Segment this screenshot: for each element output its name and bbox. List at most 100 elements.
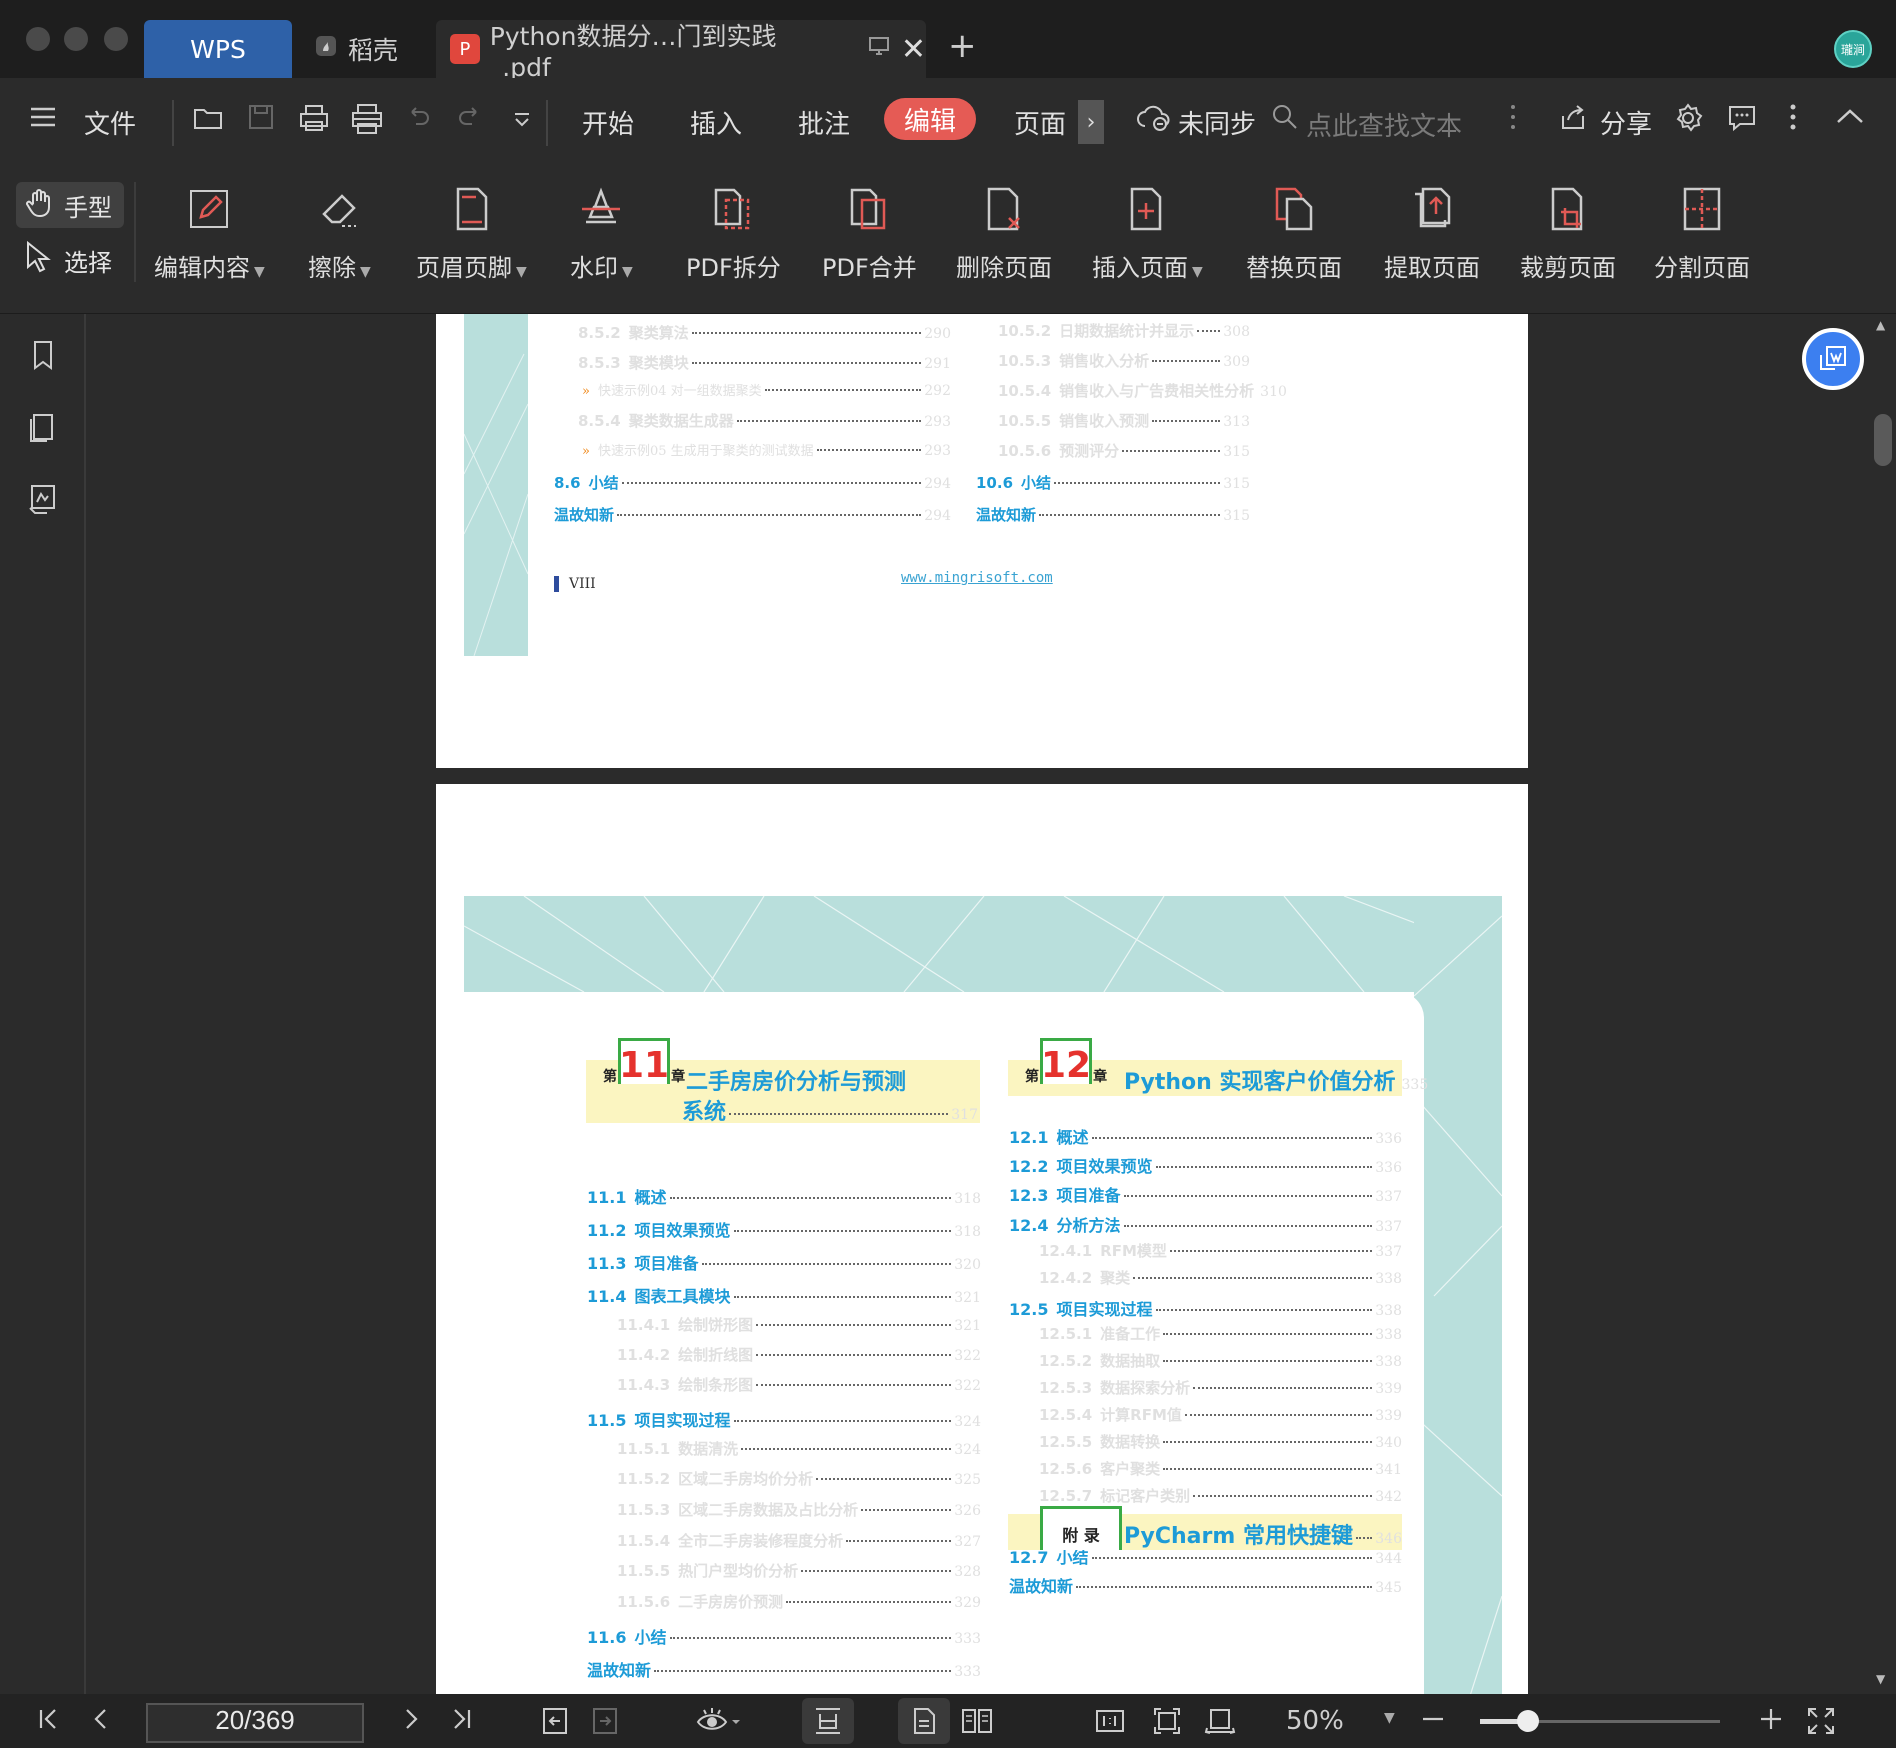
quick-access-dropdown-icon[interactable] <box>512 110 532 135</box>
toc-entry[interactable]: 11.5.1 数据清洗 324 <box>617 1438 981 1459</box>
fit-width-icon[interactable] <box>1204 1706 1236 1743</box>
annotations-panel-icon[interactable] <box>26 482 60 516</box>
vertical-scrollbar[interactable]: ▲ ▼ <box>1870 314 1896 1694</box>
go-forward-icon[interactable] <box>590 1706 620 1743</box>
pdf-merge-tool[interactable]: PDF合并 <box>822 184 917 283</box>
delete-page-tool[interactable]: 删除页面 <box>956 184 1052 283</box>
single-page-icon[interactable] <box>910 1706 938 1743</box>
chapter-11-title-line1[interactable]: 二手房房价分析与预测 <box>686 1064 906 1096</box>
toc-entry[interactable]: 温故知新 345 <box>1009 1573 1402 1597</box>
scroll-down-arrow-icon[interactable]: ▼ <box>1876 1672 1885 1686</box>
tab-comment[interactable]: 批注 <box>798 104 850 141</box>
toc-entry[interactable]: 12.5.2 数据抽取 338 <box>1039 1350 1402 1371</box>
print-preview-icon[interactable] <box>350 102 384 143</box>
toc-entry[interactable]: 温故知新 333 <box>587 1657 981 1681</box>
go-back-icon[interactable] <box>540 1706 570 1743</box>
toc-entry[interactable]: 10.6 小结 315 <box>976 472 1250 493</box>
share-icon[interactable] <box>1558 102 1588 139</box>
appendix-title[interactable]: PyCharm 常用快捷键 346 <box>1124 1518 1402 1550</box>
toc-entry[interactable]: 8.5.4 聚类数据生成器 293 <box>578 410 951 431</box>
fullscreen-icon[interactable] <box>1806 1706 1836 1743</box>
fit-page-icon[interactable] <box>1152 1706 1182 1743</box>
tab-edit[interactable]: 编辑 <box>884 98 976 140</box>
toc-entry[interactable]: 11.5.3 区域二手房数据及占比分析 326 <box>617 1499 981 1520</box>
split-page-tool[interactable]: 分割页面 <box>1654 184 1750 283</box>
close-tab-icon[interactable]: ✕ <box>901 32 926 67</box>
crop-page-tool[interactable]: 裁剪页面 <box>1520 184 1616 283</box>
toc-entry[interactable]: 12.2 项目效果预览 336 <box>1009 1153 1402 1177</box>
toc-entry[interactable]: 12.4.2 聚类 338 <box>1039 1267 1402 1288</box>
toc-entry[interactable]: 12.4 分析方法 337 <box>1009 1212 1402 1236</box>
toc-entry[interactable]: 11.2 项目效果预览 318 <box>587 1217 981 1241</box>
undo-icon[interactable] <box>404 102 432 137</box>
close-window-button[interactable] <box>26 27 50 51</box>
toc-entry[interactable]: » 快速示例05 生成用于聚类的测试数据 293 <box>582 440 951 459</box>
toc-entry[interactable]: 11.5.2 区域二手房均价分析 325 <box>617 1468 981 1489</box>
website-link[interactable]: www.mingrisoft.com <box>901 570 1053 586</box>
toc-entry[interactable]: 11.5 项目实现过程 324 <box>587 1407 981 1431</box>
save-icon[interactable] <box>246 102 276 139</box>
toc-entry[interactable]: 12.5.3 数据探索分析 339 <box>1039 1377 1402 1398</box>
watermark-tool[interactable]: 水印 ▼ <box>570 184 633 283</box>
toc-entry[interactable]: 11.4.3 绘制条形图 322 <box>617 1374 981 1395</box>
toc-entry[interactable]: 8.5.2 聚类算法 290 <box>578 322 951 343</box>
pdf-to-word-float-button[interactable] <box>1802 328 1864 390</box>
tab-page[interactable]: 页面 <box>1014 104 1066 141</box>
open-folder-icon[interactable] <box>192 102 224 141</box>
zoom-window-button[interactable] <box>104 27 128 51</box>
replace-page-tool[interactable]: 替换页面 <box>1246 184 1342 283</box>
tab-daoke[interactable]: 稻壳 <box>306 20 430 78</box>
collapse-ribbon-icon[interactable] <box>1834 102 1866 139</box>
sync-status[interactable]: 未同步 <box>1178 104 1256 141</box>
pdf-split-tool[interactable]: PDF拆分 <box>686 184 781 283</box>
hamburger-menu-icon[interactable] <box>28 102 58 139</box>
toc-entry[interactable]: 12.5.7 标记客户类别 342 <box>1039 1485 1402 1506</box>
erase-tool[interactable]: 擦除 ▼ <box>308 184 371 283</box>
minimize-window-button[interactable] <box>64 27 88 51</box>
toc-entry[interactable]: 11.1 概述 318 <box>587 1184 981 1208</box>
edit-content-tool[interactable]: 编辑内容 ▼ <box>154 184 265 283</box>
tab-pdf-document[interactable]: P Python数据分…门到实践_.pdf ✕ <box>436 20 926 82</box>
page-number-input[interactable]: 20/369 <box>146 1703 364 1743</box>
tab-insert[interactable]: 插入 <box>690 104 742 141</box>
toc-entry[interactable]: 12.3 项目准备 337 <box>1009 1182 1402 1206</box>
thumbnails-icon[interactable] <box>26 410 60 444</box>
more-options-icon[interactable] <box>1788 102 1798 139</box>
toc-entry[interactable]: 10.5.5 销售收入预测 313 <box>998 410 1250 431</box>
toc-entry[interactable]: 12.5 项目实现过程 338 <box>1009 1296 1402 1320</box>
toc-entry[interactable]: 10.5.4 销售收入与广告费相关性分析 310 <box>998 380 1287 401</box>
scroll-up-arrow-icon[interactable]: ▲ <box>1876 318 1885 332</box>
search-input[interactable]: 点此查找文本 <box>1306 106 1462 143</box>
toc-entry[interactable]: 11.4.1 绘制饼形图 321 <box>617 1314 981 1335</box>
toc-entry[interactable]: 11.3 项目准备 320 <box>587 1250 981 1274</box>
search-icon[interactable] <box>1270 102 1300 139</box>
toc-entry[interactable]: 8.6 小结 294 <box>554 472 951 493</box>
extract-page-tool[interactable]: 提取页面 <box>1384 184 1480 283</box>
toc-entry[interactable]: 11.5.6 二手房房价预测 329 <box>617 1591 981 1612</box>
scrollbar-thumb[interactable] <box>1874 414 1892 466</box>
last-page-icon[interactable] <box>448 1706 474 1739</box>
avatar[interactable]: 瓏涧 <box>1834 30 1872 68</box>
more-vertical-icon[interactable] <box>1508 102 1518 139</box>
chapter-11-title-line2[interactable]: 系统 317 <box>682 1094 978 1126</box>
first-page-icon[interactable] <box>36 1706 62 1739</box>
toc-entry[interactable]: 11.5.4 全市二手房装修程度分析 327 <box>617 1530 981 1551</box>
document-viewer[interactable]: 8.5.2 聚类算法 290 8.5.3 聚类模块 291 » 快速示例04 对一组数据聚类 2… <box>88 314 1870 1694</box>
print-icon[interactable] <box>298 102 330 141</box>
toc-entry[interactable]: 11.4 图表工具模块 321 <box>587 1283 981 1307</box>
actual-size-icon[interactable] <box>1094 1706 1126 1743</box>
toc-entry[interactable]: 11.4.2 绘制折线图 322 <box>617 1344 981 1365</box>
zoom-in-icon[interactable] <box>1758 1706 1784 1739</box>
more-tabs-button[interactable]: › <box>1078 100 1104 144</box>
menu-file[interactable]: 文件 <box>84 104 136 141</box>
toc-entry[interactable]: 11.5.5 热门户型均价分析 328 <box>617 1560 981 1581</box>
screen-icon[interactable] <box>867 34 891 64</box>
toc-entry[interactable]: 12.5.1 准备工作 338 <box>1039 1323 1402 1344</box>
toc-entry[interactable]: 10.5.3 销售收入分析 309 <box>998 350 1250 371</box>
toc-entry[interactable]: 10.5.2 日期数据统计并显示 308 <box>998 320 1250 341</box>
zoom-dropdown-icon[interactable]: ▼ <box>1384 1710 1395 1726</box>
zoom-out-icon[interactable] <box>1420 1706 1446 1739</box>
share-button[interactable]: 分享 <box>1600 104 1652 141</box>
redo-icon[interactable] <box>456 102 484 137</box>
toc-entry[interactable]: 12.5.4 计算RFM值 339 <box>1039 1404 1402 1425</box>
